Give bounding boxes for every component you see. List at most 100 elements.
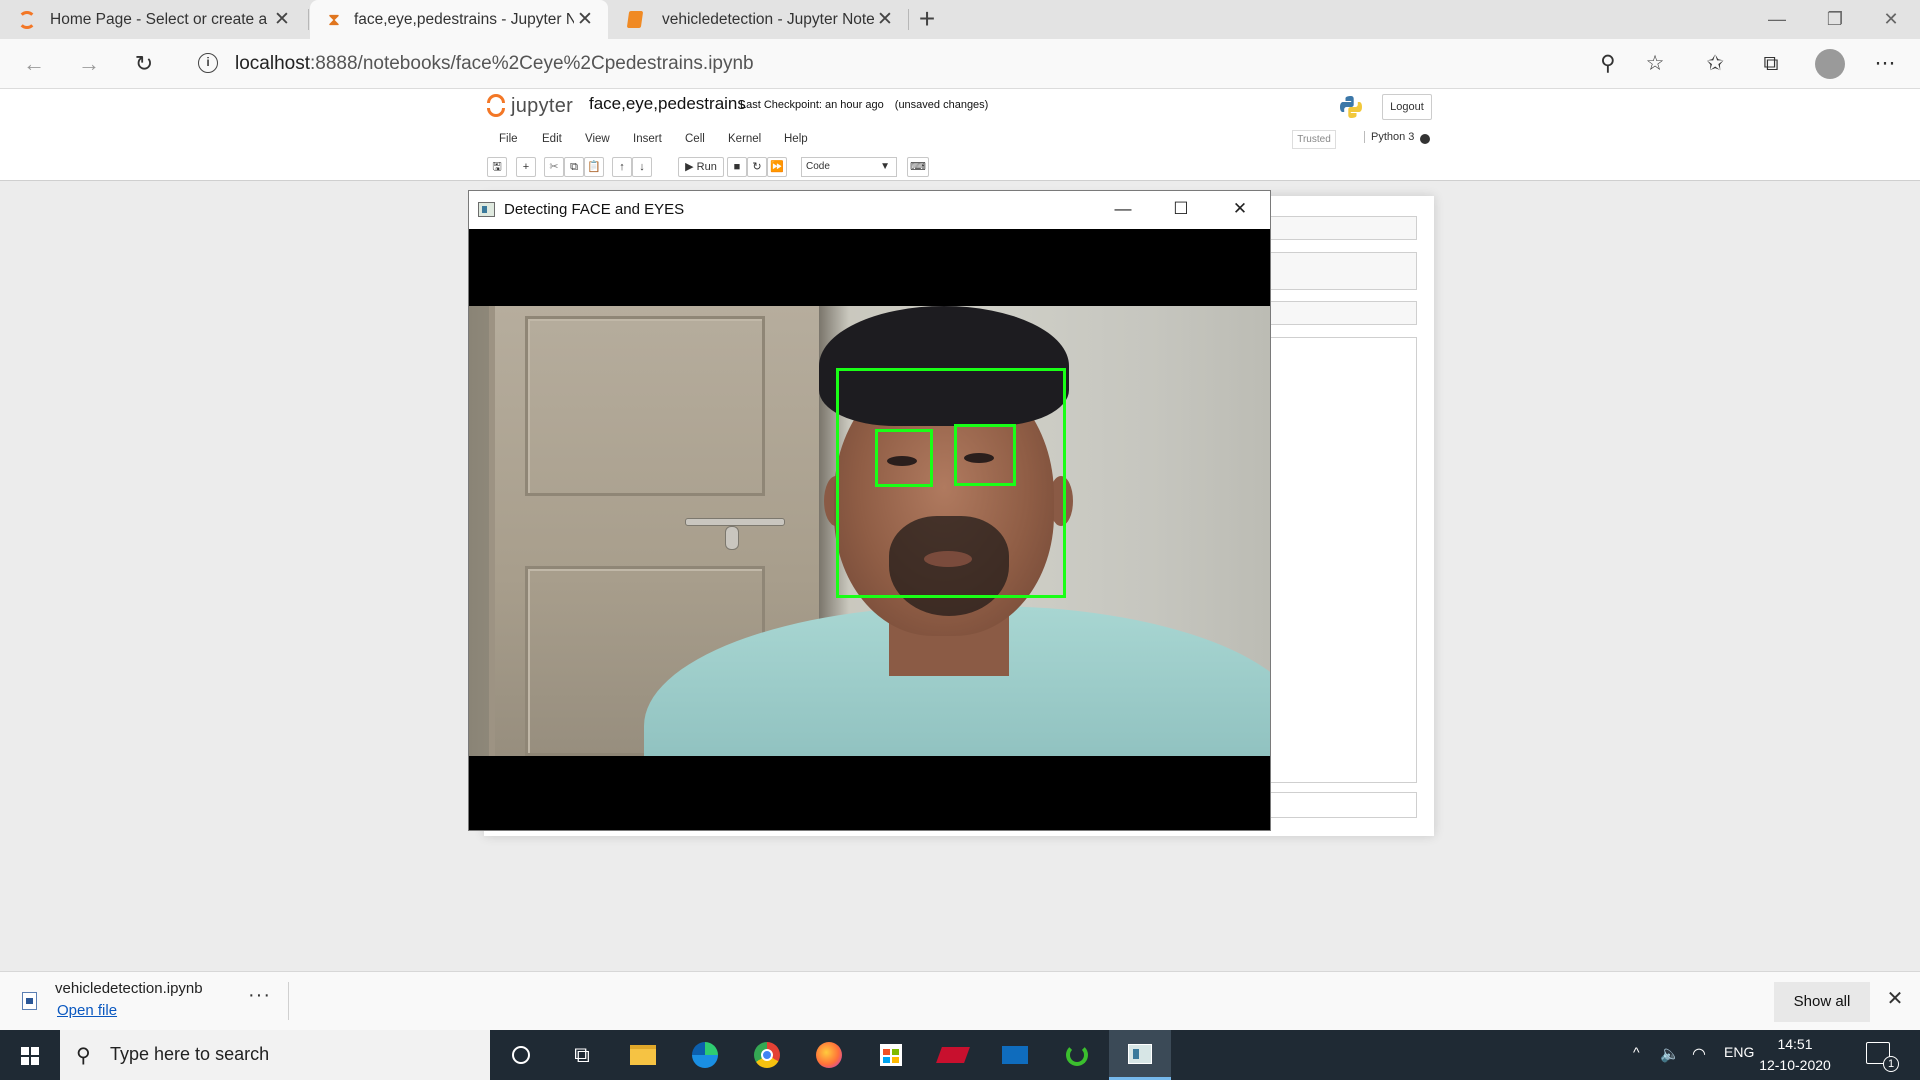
start-button[interactable] <box>0 1030 60 1080</box>
chevron-up-icon[interactable]: ^ <box>1633 1044 1640 1060</box>
cell-type-select[interactable]: Code ▼ <box>801 157 897 177</box>
url-text[interactable]: localhost:8888/notebooks/face%2Ceye%2Cpe… <box>235 53 754 75</box>
opencv-title-bar[interactable]: Detecting FACE and EYES — ☐ ✕ <box>469 191 1270 229</box>
kernel-name[interactable]: Python 3 <box>1364 131 1414 143</box>
task-view-icon[interactable]: ⧉ <box>551 1030 613 1080</box>
save-icon[interactable]: 🖫 <box>487 157 507 177</box>
download-file-name[interactable]: vehicledetection.ipynb <box>55 980 203 997</box>
collections-icon[interactable]: ⧉ <box>1754 47 1788 81</box>
close-window-icon[interactable]: ✕ <box>1862 0 1920 39</box>
eye-detection-box-right <box>954 424 1016 486</box>
move-up-arrow-icon[interactable]: ↑ <box>612 157 632 177</box>
minimize-icon[interactable]: — <box>1094 191 1152 229</box>
run-button[interactable]: ▶ Run <box>678 157 724 177</box>
wifi-icon[interactable]: ◠ <box>1692 1044 1706 1064</box>
favorites-list-icon[interactable]: ✩ <box>1698 47 1732 81</box>
new-tab-plus-icon[interactable]: + <box>912 3 942 35</box>
code-cell[interactable] <box>1265 792 1417 818</box>
menu-help[interactable]: Help <box>784 133 808 145</box>
tab-title: face,eye,pedestrains - Jupyter Nc <box>353 10 574 28</box>
zoom-icon[interactable]: ⚲ <box>1591 47 1625 81</box>
code-cell[interactable] <box>1265 252 1417 290</box>
refresh-icon[interactable]: ↻ <box>127 47 161 81</box>
tab-home-page[interactable]: Home Page - Select or create a n ✕ <box>0 0 305 39</box>
back-arrow-icon[interactable]: ← <box>17 47 51 81</box>
cut-icon[interactable]: ✂ <box>544 157 564 177</box>
interrupt-stop-icon[interactable]: ■ <box>727 157 747 177</box>
restore-icon[interactable]: ❐ <box>1806 0 1864 39</box>
show-all-button[interactable]: Show all <box>1774 982 1870 1022</box>
download-bar: vehicledetection.ipynb Open file ··· Sho… <box>0 971 1920 1030</box>
checkpoint-status: Last Checkpoint: an hour ago (unsaved ch… <box>740 99 988 111</box>
edge-browser-icon[interactable] <box>674 1030 736 1080</box>
volume-icon[interactable]: 🔈 <box>1660 1044 1680 1064</box>
notification-count-badge: 1 <box>1883 1056 1899 1072</box>
jupyter-logo[interactable]: jupyter <box>487 94 573 118</box>
file-explorer-icon[interactable] <box>612 1030 674 1080</box>
chrome-icon[interactable] <box>736 1030 798 1080</box>
profile-avatar[interactable] <box>1815 49 1845 79</box>
taskbar-search-box[interactable]: ⚲ Type here to search <box>60 1030 490 1080</box>
url-path: :8888/notebooks/face%2Ceye%2Cpedestrains… <box>310 53 754 74</box>
tab-title: vehicledetection - Jupyter Noteb <box>662 10 874 28</box>
address-bar[interactable]: i localhost:8888/notebooks/face%2Ceye%2C… <box>180 45 1665 83</box>
copy-icon[interactable]: ⧉ <box>564 157 584 177</box>
more-options-icon[interactable]: ··· <box>248 984 271 1007</box>
maximize-icon[interactable]: ☐ <box>1152 191 1210 229</box>
menu-cell[interactable]: Cell <box>685 133 705 145</box>
code-cell[interactable] <box>1265 337 1417 783</box>
command-palette-keyboard-icon[interactable]: ⌨ <box>907 157 929 177</box>
tab-divider <box>308 9 309 30</box>
move-down-arrow-icon[interactable]: ↓ <box>632 157 652 177</box>
tab-face-eye-pedestrains[interactable]: ⧗ face,eye,pedestrains - Jupyter Nc ✕ <box>310 0 608 39</box>
insert-cell-plus-icon[interactable]: + <box>516 157 536 177</box>
menu-kernel[interactable]: Kernel <box>728 133 761 145</box>
windows-taskbar: ⚲ Type here to search ⧉ ^ 🔈 ◠ ENG 14:51 … <box>0 1030 1920 1080</box>
menu-insert[interactable]: Insert <box>633 133 662 145</box>
favorite-star-icon[interactable]: ☆ <box>1638 47 1672 81</box>
app-ring-icon[interactable] <box>1046 1030 1108 1080</box>
document-file-icon <box>22 992 37 1010</box>
tab-close-icon[interactable]: ✕ <box>574 8 596 31</box>
store-icon[interactable] <box>860 1030 922 1080</box>
door-panel <box>525 316 765 496</box>
game-app-icon[interactable] <box>922 1030 984 1080</box>
menu-file[interactable]: File <box>499 133 518 145</box>
url-host: localhost <box>235 53 310 74</box>
opencv-window[interactable]: Detecting FACE and EYES — ☐ ✕ <box>468 190 1271 831</box>
trusted-indicator[interactable]: Trusted <box>1292 130 1336 149</box>
tab-vehicledetection[interactable]: vehicledetection - Jupyter Noteb ✕ <box>610 0 908 39</box>
system-clock[interactable]: 14:51 12-10-2020 <box>1745 1034 1845 1076</box>
notebook-tab-icon <box>626 11 644 28</box>
site-info-icon[interactable]: i <box>198 53 218 73</box>
mail-icon[interactable] <box>984 1030 1046 1080</box>
jupyter-header: jupyter face,eye,pedestrains Last Checkp… <box>0 89 1920 181</box>
tab-close-icon[interactable]: ✕ <box>271 8 293 31</box>
opencv-window-taskbar-icon[interactable] <box>1109 1030 1171 1080</box>
code-cell[interactable] <box>1265 301 1417 325</box>
notebook-name[interactable]: face,eye,pedestrains <box>589 94 746 114</box>
cortana-circle-icon[interactable] <box>490 1030 552 1080</box>
minimize-icon[interactable]: — <box>1748 0 1806 39</box>
clock-date: 12-10-2020 <box>1759 1057 1831 1073</box>
close-icon[interactable]: ✕ <box>1880 986 1910 1011</box>
open-file-link[interactable]: Open file <box>57 1002 117 1019</box>
browser-tab-bar: Home Page - Select or create a n ✕ ⧗ fac… <box>0 0 1920 39</box>
close-icon[interactable]: ✕ <box>1211 191 1269 229</box>
forward-arrow-icon[interactable]: → <box>72 47 106 81</box>
tab-close-icon[interactable]: ✕ <box>874 8 896 31</box>
firefox-icon[interactable] <box>798 1030 860 1080</box>
restart-icon[interactable]: ↻ <box>747 157 767 177</box>
door-latch <box>685 518 785 526</box>
paste-icon[interactable]: 📋 <box>584 157 604 177</box>
restart-run-all-icon[interactable]: ⏩ <box>767 157 787 177</box>
code-cell[interactable] <box>1265 216 1417 240</box>
divider <box>288 982 289 1020</box>
menu-edit[interactable]: Edit <box>542 133 562 145</box>
eye-detection-box-left <box>875 429 933 487</box>
chevron-down-icon: ▼ <box>880 161 890 172</box>
menu-view[interactable]: View <box>585 133 610 145</box>
more-menu-icon[interactable]: ⋯ <box>1868 47 1902 81</box>
opencv-window-title: Detecting FACE and EYES <box>504 201 685 218</box>
logout-button[interactable]: Logout <box>1382 94 1432 120</box>
